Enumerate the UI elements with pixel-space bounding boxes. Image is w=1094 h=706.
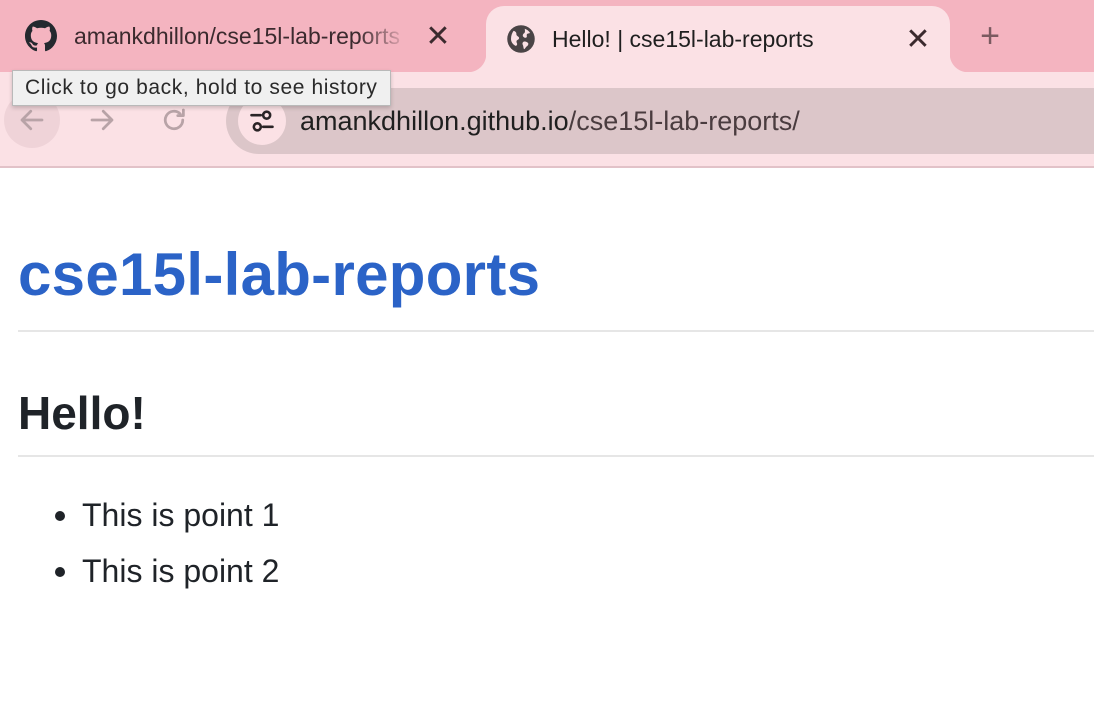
url-text[interactable]: amankdhillon.github.io/cse15l-lab-report… — [300, 106, 800, 137]
arrow-right-icon — [90, 109, 114, 131]
list-item: This is point 2 — [18, 552, 279, 608]
tune-icon — [250, 110, 274, 132]
tab-github[interactable]: amankdhillon/cse15l-lab-reports ✕ — [0, 0, 486, 72]
list-item: This is point 1 — [18, 496, 279, 552]
tab-strip: amankdhillon/cse15l-lab-reports ✕ Hello!… — [0, 0, 1094, 72]
divider — [18, 330, 1094, 332]
tab-hello[interactable]: Hello! | cse15l-lab-reports ✕ — [468, 6, 968, 72]
arrow-left-icon — [20, 109, 44, 131]
close-icon[interactable]: ✕ — [902, 23, 934, 56]
github-icon — [24, 19, 58, 53]
bullet-list: This is point 1 This is point 2 — [18, 496, 279, 608]
close-icon[interactable]: ✕ — [422, 20, 454, 53]
reload-icon — [163, 108, 185, 131]
site-title-link[interactable]: cse15l-lab-reports — [18, 240, 540, 309]
page-heading: Hello! — [18, 387, 146, 439]
new-tab-button[interactable]: + — [970, 17, 1010, 55]
url-host: amankdhillon.github.io — [300, 105, 569, 136]
divider — [18, 455, 1094, 457]
url-path: /cse15l-lab-reports/ — [568, 105, 800, 136]
tab-title: Hello! | cse15l-lab-reports — [552, 25, 814, 52]
globe-icon — [504, 22, 538, 56]
back-tooltip: Click to go back, hold to see history — [12, 70, 391, 106]
tab-title: amankdhillon/cse15l-lab-reports — [74, 22, 400, 49]
